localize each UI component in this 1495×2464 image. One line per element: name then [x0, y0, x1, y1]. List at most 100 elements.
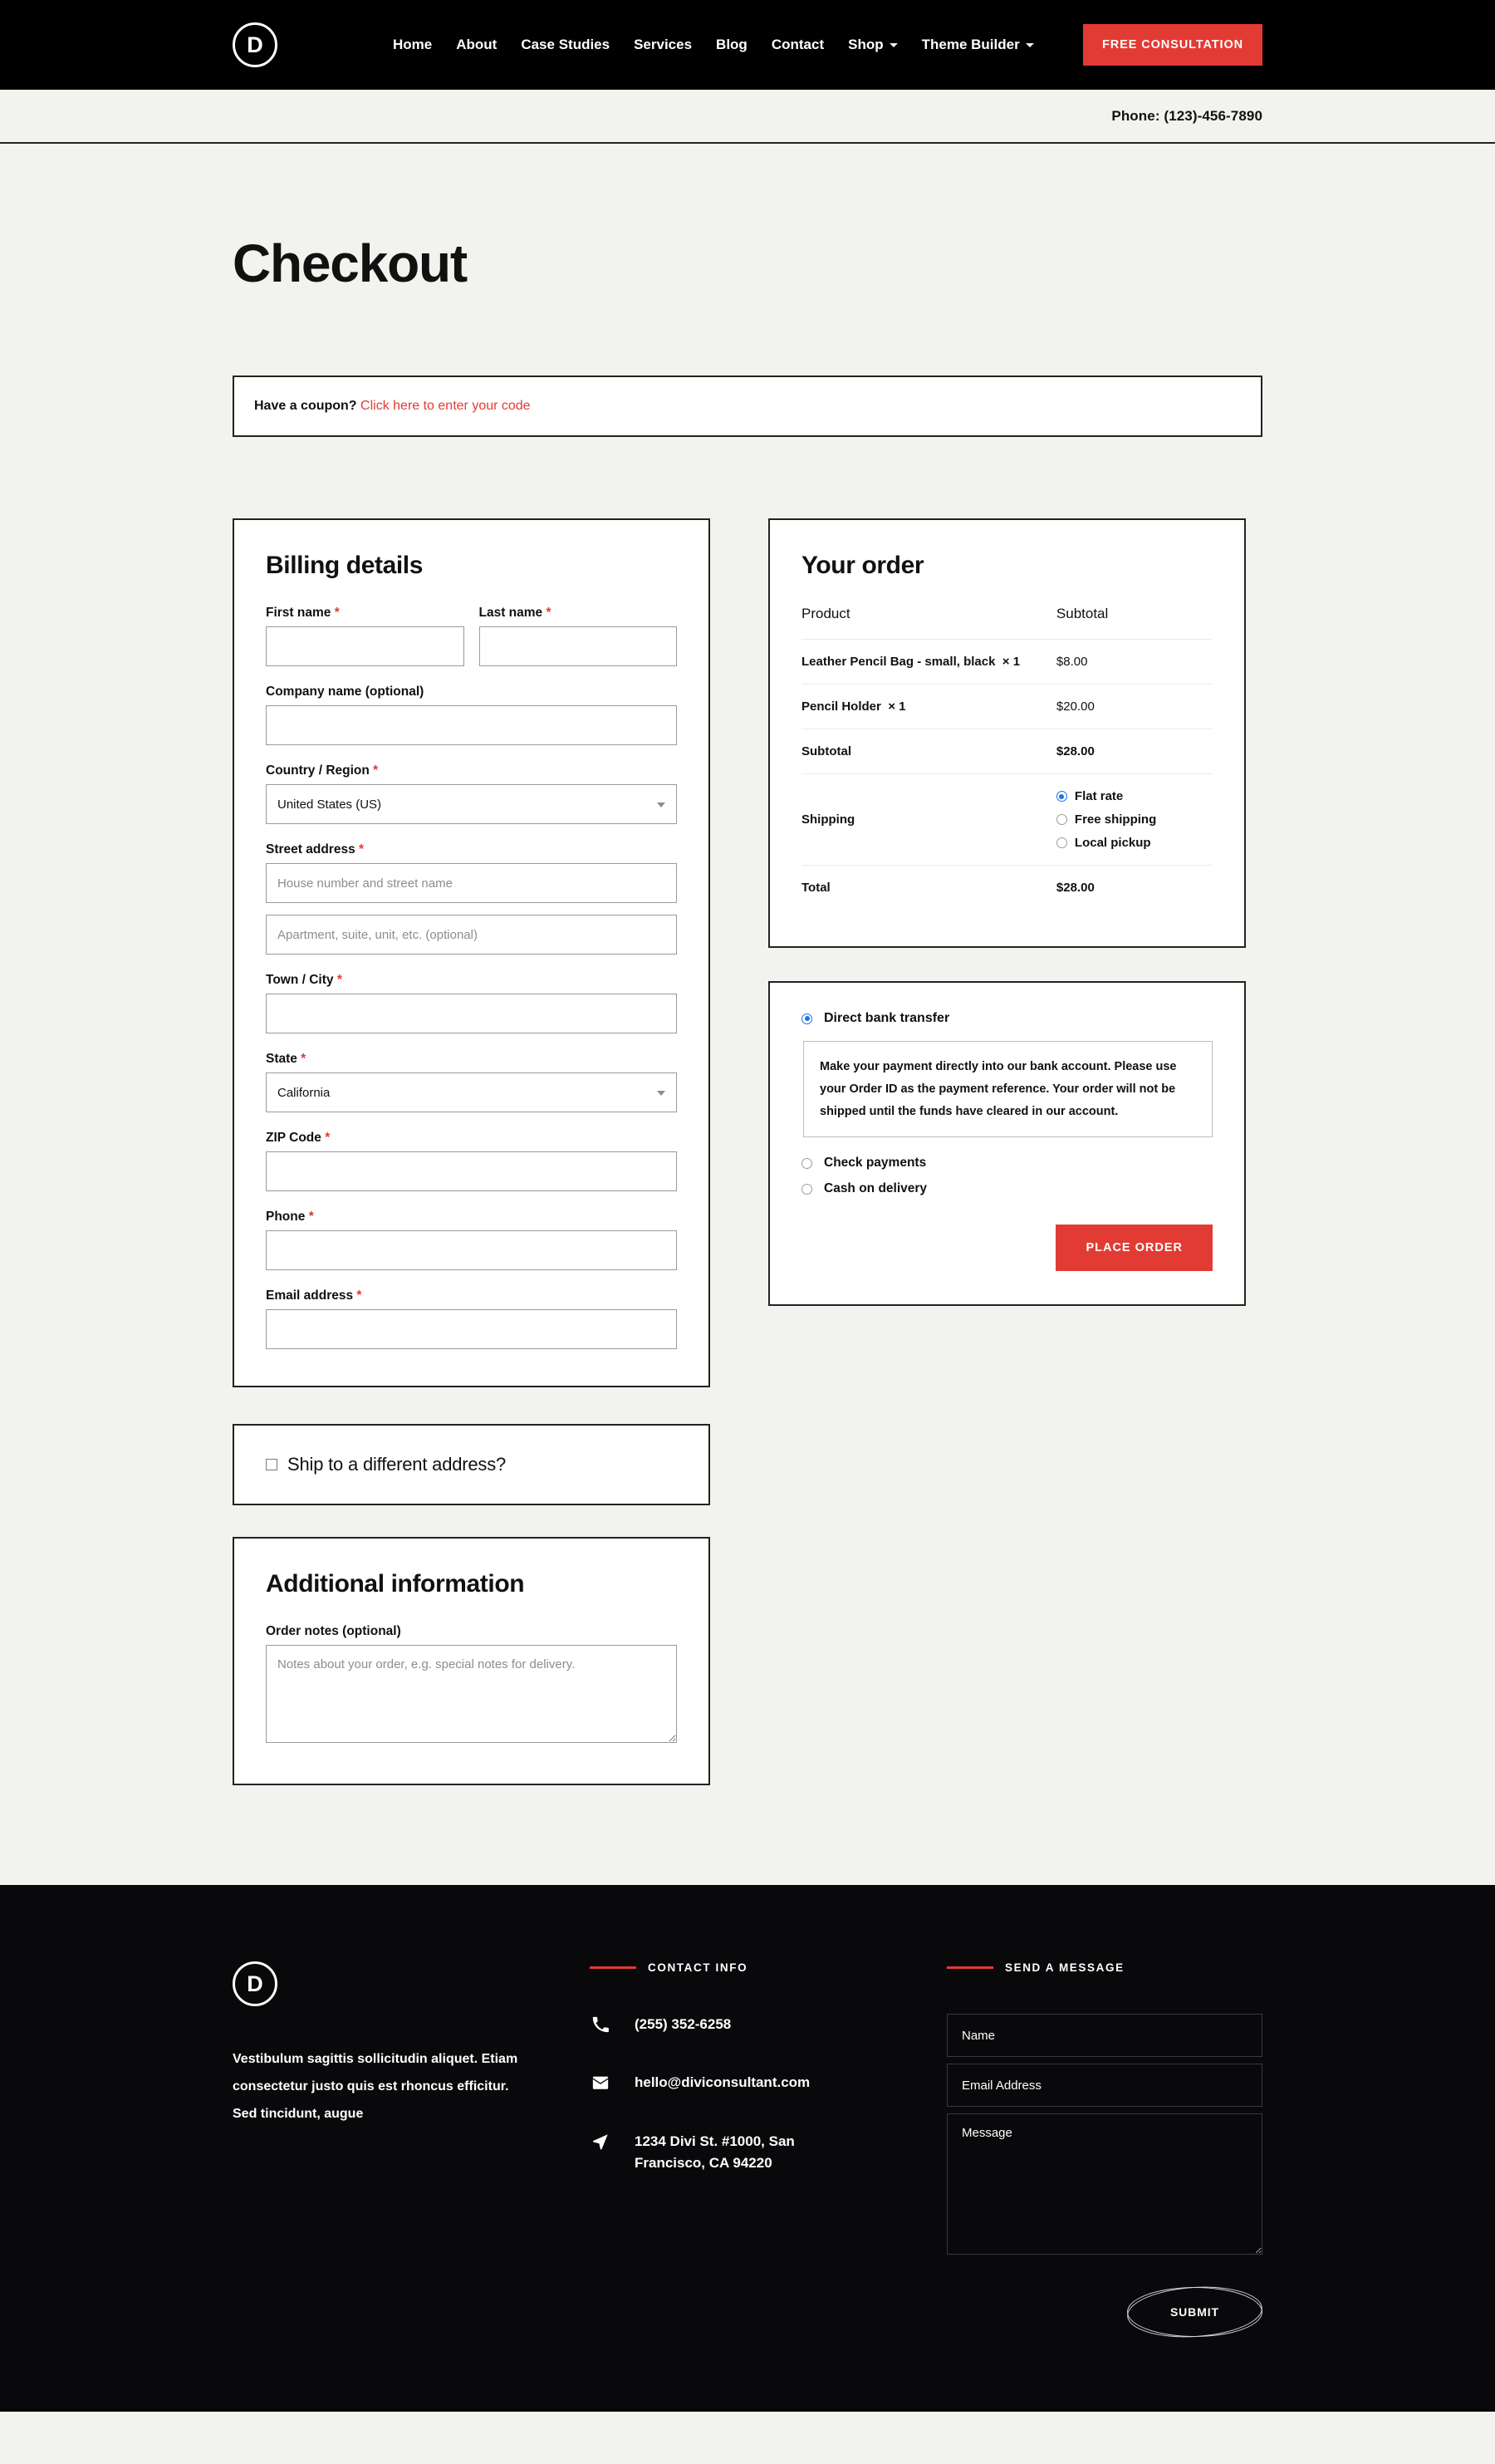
nav-item-contact[interactable]: Contact: [772, 37, 824, 53]
table-row-total: Total $28.00: [801, 866, 1213, 911]
shipping-radio-local-pickup[interactable]: [1056, 837, 1067, 848]
payment-method-description: Make your payment directly into our bank…: [803, 1041, 1213, 1138]
street-address-line2-input[interactable]: [266, 915, 677, 955]
shipping-option-local-pickup[interactable]: Local pickup: [1056, 836, 1213, 850]
payment-radio-direct-bank-transfer[interactable]: [801, 1013, 812, 1024]
page-title: Checkout: [233, 233, 468, 293]
shipping-radio-flat-rate[interactable]: [1056, 791, 1067, 802]
coupon-toggle-link[interactable]: Click here to enter your code: [360, 399, 531, 413]
order-item-name: Leather Pencil Bag - small, black × 1: [801, 639, 1056, 685]
contact-email-text[interactable]: hello@diviconsultant.com: [635, 2072, 810, 2093]
additional-information-title: Additional information: [266, 1570, 525, 1598]
order-item-amount: $20.00: [1056, 684, 1213, 729]
checkout-right-column: Your order Product Subtotal Leather Penc…: [768, 518, 1246, 1307]
country-label: Country / Region *: [266, 763, 379, 778]
street-address-label: Street address *: [266, 842, 365, 857]
order-notes-textarea[interactable]: [266, 1645, 677, 1743]
nav-label: Contact: [771, 37, 825, 52]
phone-icon: [590, 2014, 611, 2034]
order-item-name: Pencil Holder × 1: [801, 684, 1056, 729]
checkout-page: D Home About Case Studies Services Blog …: [0, 0, 1495, 2412]
phone-field-group: Phone *: [266, 1210, 677, 1270]
nav-label: Case Studies: [521, 37, 610, 52]
payment-option-label[interactable]: Cash on delivery: [824, 1181, 927, 1196]
footer-name-input[interactable]: [947, 2014, 1262, 2057]
nav-label: Theme Builder: [921, 37, 1020, 52]
city-input[interactable]: [266, 994, 677, 1033]
total-value: $28.00: [1056, 881, 1095, 895]
zip-input[interactable]: [266, 1151, 677, 1191]
contact-address-text: 1234 Divi St. #1000, San Francisco, CA 9…: [635, 2133, 795, 2172]
nav-item-blog[interactable]: Blog: [716, 37, 748, 53]
nav-item-theme-builder[interactable]: Theme Builder: [922, 37, 1034, 53]
shipping-option-free-shipping[interactable]: Free shipping: [1056, 812, 1213, 827]
footer-email-input[interactable]: [947, 2064, 1262, 2107]
footer-contact-column: CONTACT INFO (255) 352-6258 hello@divico…: [590, 1961, 947, 2337]
email-field-group: Email address *: [266, 1288, 677, 1349]
additional-information-card: Additional information Order notes (opti…: [233, 1537, 710, 1785]
email-input[interactable]: [266, 1309, 677, 1349]
contact-info-heading: CONTACT INFO: [590, 1961, 947, 1974]
nav-item-case-studies[interactable]: Case Studies: [521, 37, 610, 53]
nav-item-services[interactable]: Services: [634, 37, 692, 53]
nav-label: About: [456, 37, 498, 52]
shipping-option-label[interactable]: Local pickup: [1075, 836, 1151, 850]
required-marker: *: [373, 763, 379, 778]
nav-item-about[interactable]: About: [456, 37, 497, 53]
place-order-button[interactable]: PLACE ORDER: [1056, 1225, 1213, 1272]
divi-logo-icon[interactable]: D: [233, 22, 277, 67]
footer-divi-logo-icon: D: [233, 1961, 277, 2006]
country-select[interactable]: United States (US): [266, 784, 677, 824]
order-summary-table: Product Subtotal Leather Pencil Bag - sm…: [801, 606, 1213, 910]
payment-option-direct-bank-transfer[interactable]: Direct bank transfer: [801, 1011, 1213, 1026]
chevron-down-icon: [889, 42, 898, 47]
order-item-qty: × 1: [888, 699, 906, 714]
heading-accent-line: [947, 1966, 993, 1969]
payment-radio-cash-on-delivery[interactable]: [801, 1183, 812, 1195]
order-item-amount: $8.00: [1056, 639, 1213, 685]
street-address-line1-input[interactable]: [266, 863, 677, 903]
contact-info-heading-text: CONTACT INFO: [648, 1961, 748, 1974]
nav-item-home[interactable]: Home: [393, 37, 432, 53]
payment-radio-check-payments[interactable]: [801, 1157, 812, 1169]
footer-submit-button[interactable]: SUBMIT: [1126, 2287, 1263, 2337]
payment-methods-card: Direct bank transfer Make your payment d…: [768, 981, 1246, 1307]
state-select[interactable]: California: [266, 1072, 677, 1112]
payment-option-cash-on-delivery[interactable]: Cash on delivery: [801, 1181, 1213, 1196]
shipping-radio-free-shipping[interactable]: [1056, 814, 1067, 825]
shipping-option-flat-rate[interactable]: Flat rate: [1056, 789, 1213, 803]
header-phone-number: Phone: (123)-456-7890: [1111, 107, 1262, 124]
footer-message-textarea[interactable]: [947, 2113, 1262, 2255]
company-label: Company name (optional): [266, 685, 424, 699]
shipping-option-label[interactable]: Flat rate: [1075, 789, 1123, 803]
site-footer: D Vestibulum sagittis sollicitudin aliqu…: [0, 1885, 1495, 2412]
company-input[interactable]: [266, 705, 677, 745]
payment-option-label[interactable]: Direct bank transfer: [824, 1011, 949, 1026]
nav-item-shop[interactable]: Shop: [848, 37, 898, 53]
subtotal-label: Subtotal: [801, 729, 1056, 774]
footer-message-column: SEND A MESSAGE SUBMIT: [947, 1961, 1263, 2337]
billing-details-title: Billing details: [266, 552, 424, 579]
contact-phone-text[interactable]: (255) 352-6258: [635, 2014, 731, 2035]
contact-row-phone: (255) 352-6258: [590, 2014, 947, 2035]
coupon-notice: Have a coupon? Click here to enter your …: [233, 375, 1262, 437]
subtotal-value: $28.00: [1056, 729, 1213, 774]
payment-option-label[interactable]: Check payments: [824, 1156, 926, 1171]
last-name-input[interactable]: [478, 626, 677, 666]
ship-different-address-label[interactable]: Ship to a different address?: [287, 1454, 506, 1475]
phone-input[interactable]: [266, 1230, 677, 1270]
ship-different-address-card[interactable]: Ship to a different address?: [233, 1424, 710, 1505]
site-header: D Home About Case Studies Services Blog …: [0, 0, 1495, 90]
primary-nav: Home About Case Studies Services Blog Co…: [393, 37, 1034, 53]
zip-field-group: ZIP Code *: [266, 1131, 677, 1191]
country-field-group: Country / Region * United States (US): [266, 763, 677, 824]
table-row: Leather Pencil Bag - small, black × 1 $8…: [801, 639, 1213, 685]
shipping-option-label[interactable]: Free shipping: [1075, 812, 1156, 827]
total-label: Total: [801, 881, 831, 895]
free-consultation-button[interactable]: FREE CONSULTATION: [1083, 24, 1262, 66]
ship-different-address-checkbox[interactable]: [266, 1459, 277, 1470]
footer-brand-column: D Vestibulum sagittis sollicitudin aliqu…: [233, 1961, 590, 2337]
contact-row-address: 1234 Divi St. #1000, San Francisco, CA 9…: [590, 2131, 947, 2175]
first-name-input[interactable]: [266, 626, 464, 666]
payment-option-check-payments[interactable]: Check payments: [801, 1156, 1213, 1171]
